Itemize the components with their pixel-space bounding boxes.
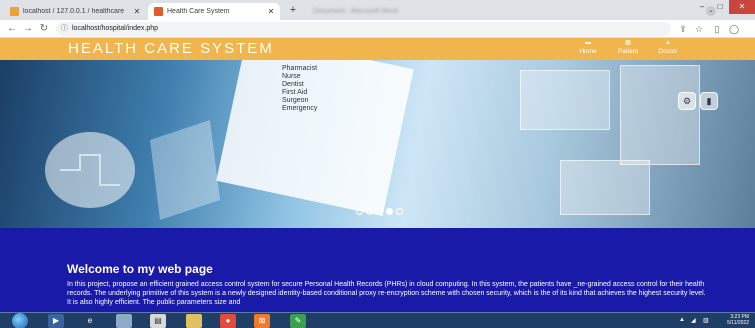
new-tab-button[interactable]: +: [286, 4, 300, 16]
tab-phpmyadmin[interactable]: localhost / 127.0.0.1 / healthcare ✕: [4, 3, 146, 20]
home-icon: ▬: [585, 40, 591, 46]
close-window-icon[interactable]: ✕: [729, 0, 755, 14]
site-title: HEALTH CARE SYSTEM: [68, 40, 274, 57]
signal-icon: ▮: [700, 92, 718, 110]
start-button-icon[interactable]: [12, 313, 28, 328]
ie-icon[interactable]: e: [82, 314, 98, 328]
profession-item: Emergency: [282, 105, 318, 112]
back-icon[interactable]: ←: [6, 23, 18, 35]
sidebar-icon[interactable]: ▯: [711, 23, 723, 35]
maximize-icon[interactable]: □: [711, 0, 729, 14]
profession-item: Surgeon: [282, 97, 309, 104]
chrome-icon[interactable]: ●: [220, 314, 236, 328]
main-content: Welcome to my web page In this project, …: [0, 228, 755, 312]
share-icon[interactable]: ⇪: [677, 23, 689, 35]
windows-taskbar: ▶ e ▤ ● ⊠ ✎ ▲ ◢ ▥ 3:23 PM 5/11/2022: [0, 312, 755, 328]
carousel-dot[interactable]: [376, 208, 383, 215]
doctor-icon: ▲: [665, 40, 671, 46]
browser-tab-strip: localhost / 127.0.0.1 / healthcare ✕ Hea…: [0, 0, 755, 20]
nav-home[interactable]: ▬ Home: [570, 40, 606, 56]
carousel-dot[interactable]: [356, 208, 363, 215]
professions-list: Pharmacist Nurse Dentist First Aid Surge…: [282, 65, 317, 113]
clock-date: 5/11/2022: [727, 320, 749, 326]
desktop-icon[interactable]: [116, 314, 132, 328]
window-controls: – □ ✕: [693, 0, 755, 14]
notepad-icon[interactable]: ✎: [290, 314, 306, 328]
tray-arrow-icon[interactable]: ▲: [679, 317, 685, 323]
intro-paragraph: In this project, propose an efficient gr…: [67, 281, 706, 306]
carousel-dot[interactable]: [366, 208, 373, 215]
nav-patient[interactable]: ▦ Patient: [610, 40, 646, 56]
ecg-panel: [520, 70, 610, 130]
volume-icon[interactable]: ◢: [691, 317, 696, 324]
network-icon[interactable]: ▥: [703, 317, 709, 324]
reload-icon[interactable]: ↻: [38, 23, 50, 35]
nav-patient-label: Patient: [617, 48, 639, 55]
url-text: localhost/hospital/index.php: [72, 25, 159, 32]
profession-item: First Aid: [282, 89, 308, 96]
carousel-dots: [356, 208, 403, 215]
tab-close-icon[interactable]: ✕: [132, 7, 142, 16]
chart-panel: [620, 65, 700, 165]
tab-title: localhost / 127.0.0.1 / healthcare: [23, 8, 125, 15]
site-info-icon[interactable]: ⓘ: [61, 22, 68, 36]
hero-slider: Pharmacist Nurse Dentist First Aid Surge…: [0, 60, 755, 228]
welcome-heading: Welcome to my web page: [67, 262, 213, 276]
nav-home-label: Home: [579, 48, 597, 55]
site-favicon-icon: [154, 7, 163, 16]
folder-icon[interactable]: [186, 314, 202, 328]
site-header: HEALTH CARE SYSTEM ▬ Home ▦ Patient ▲ Do…: [0, 38, 755, 60]
tab-title: Health Care System: [167, 8, 230, 15]
bookmark-star-icon[interactable]: ☆: [693, 23, 705, 35]
profile-icon[interactable]: ◯: [728, 23, 740, 35]
forward-icon[interactable]: →: [22, 23, 34, 35]
profession-item: Dentist: [282, 81, 304, 88]
carousel-dot[interactable]: [396, 208, 403, 215]
brain-circuit-graphic: [45, 120, 220, 220]
media-player-icon[interactable]: ▶: [48, 314, 64, 328]
nav-doctor-label: Doctor: [658, 48, 678, 55]
system-tray: ▲ ◢ ▥ 3:23 PM 5/11/2022: [675, 313, 755, 328]
minimize-icon[interactable]: –: [693, 0, 711, 14]
background-window-title: Document - Microsoft Word: [313, 8, 399, 15]
profession-item: Pharmacist: [282, 65, 318, 72]
phpmyadmin-favicon-icon: [10, 7, 19, 16]
browser-toolbar: ← → ↻ ⓘ localhost/hospital/index.php ⇪ ☆…: [0, 20, 755, 38]
settings-icon: ⚙: [678, 92, 696, 110]
clock[interactable]: 3:23 PM 5/11/2022: [727, 314, 749, 326]
tab-health-care-system[interactable]: Health Care System ✕: [148, 3, 280, 20]
patient-icon: ▦: [625, 40, 631, 46]
xampp-icon[interactable]: ⊠: [254, 314, 270, 328]
carousel-dot[interactable]: [386, 208, 393, 215]
explorer-icon[interactable]: ▤: [150, 314, 166, 328]
address-bar[interactable]: ⓘ localhost/hospital/index.php: [56, 22, 671, 36]
profession-item: Nurse: [282, 73, 301, 80]
nav-doctor[interactable]: ▲ Doctor: [650, 40, 686, 56]
flowchart-panel: [560, 160, 650, 215]
tab-close-icon[interactable]: ✕: [266, 7, 276, 16]
